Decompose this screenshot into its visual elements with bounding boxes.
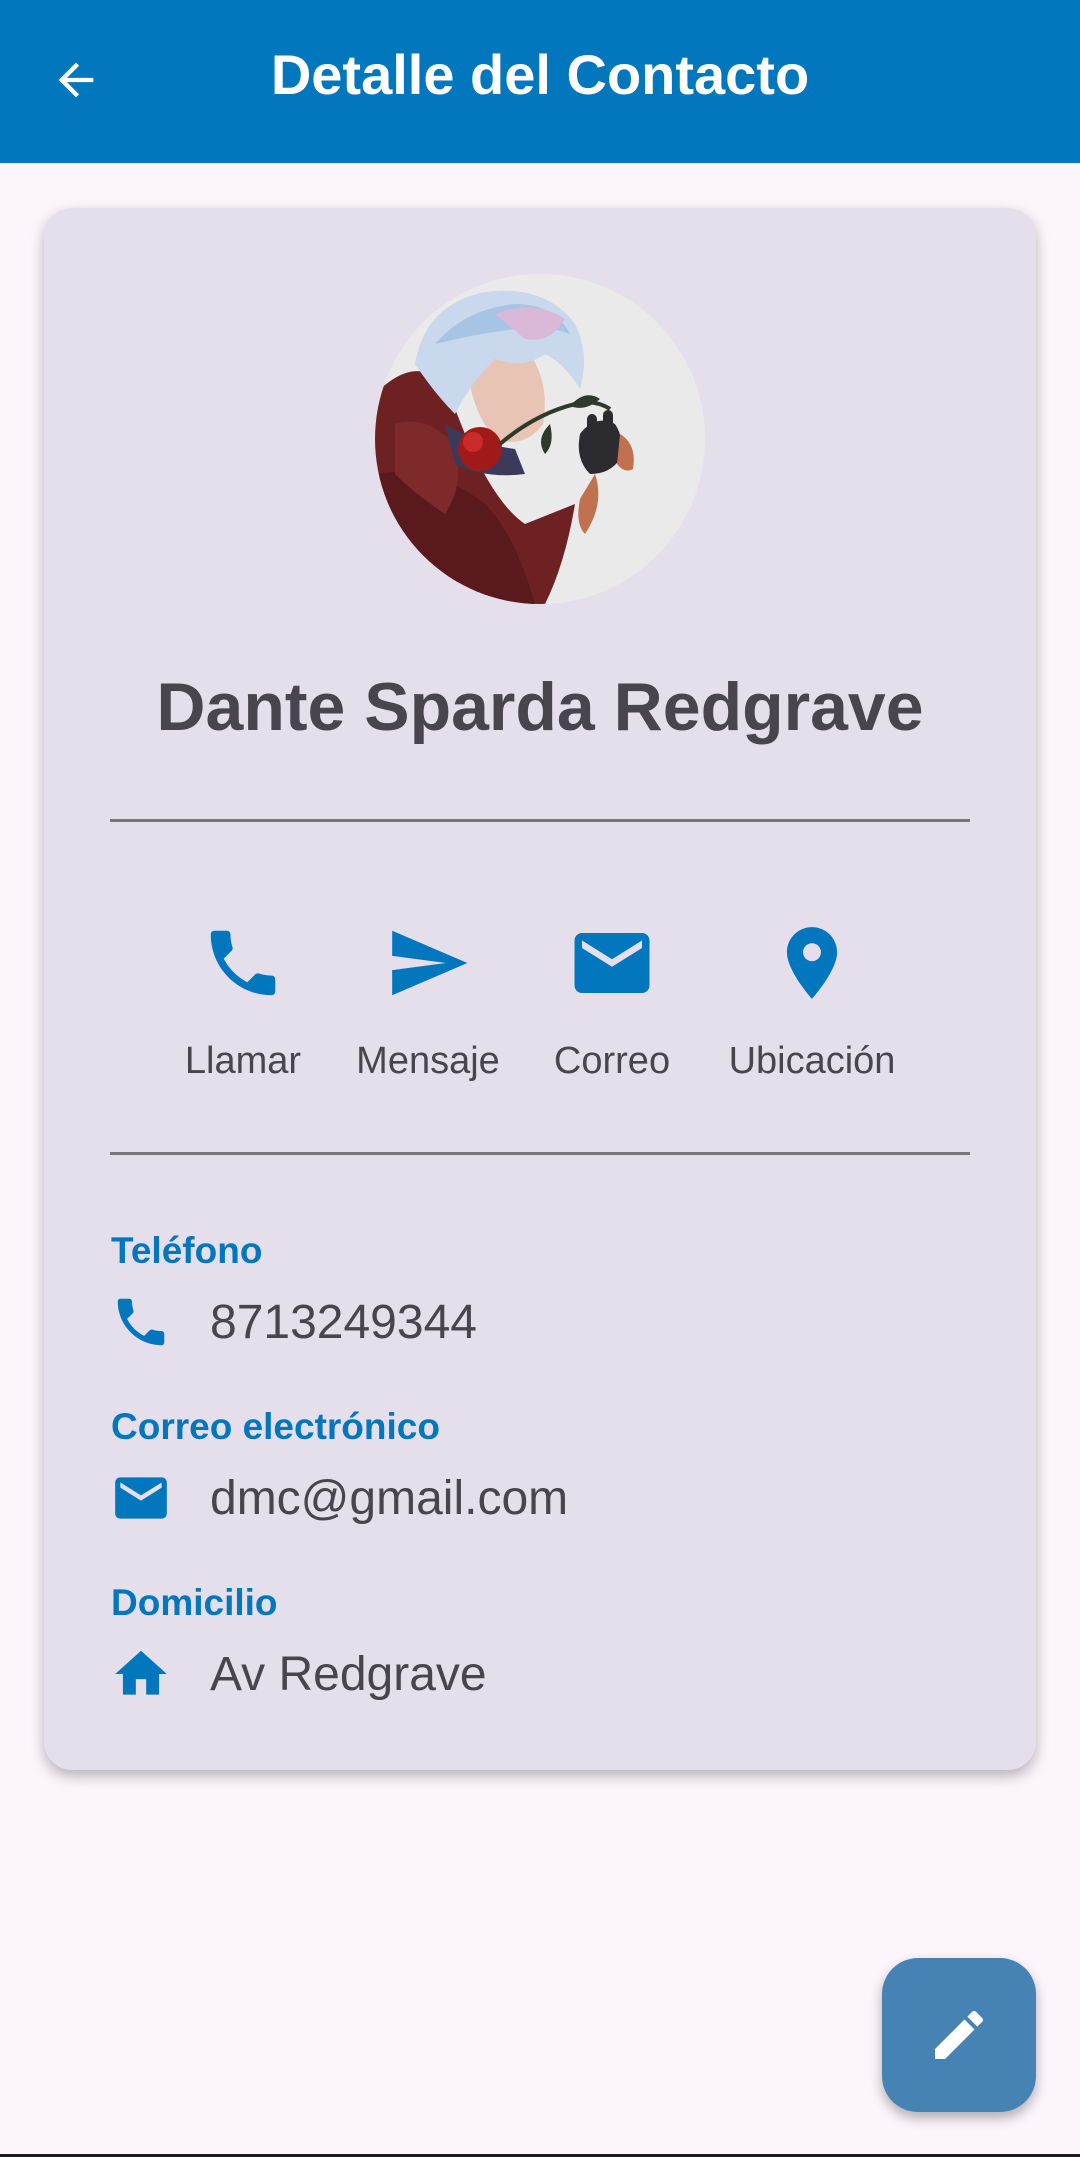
phone-icon (210, 930, 276, 996)
action-message-label: Mensaje (356, 1040, 500, 1082)
address-label: Domicilio (111, 1582, 278, 1623)
send-icon (392, 930, 468, 996)
address-row[interactable]: Av Redgrave (110, 1639, 487, 1709)
email-value: dmc@gmail.com (210, 1471, 569, 1525)
phone-row[interactable]: 8713249344 (110, 1287, 477, 1357)
action-call[interactable]: Llamar (153, 908, 333, 1083)
avatar-illustration (375, 274, 705, 604)
edit-pencil-icon (935, 2010, 984, 2059)
app-bar: Detalle del Contacto (0, 0, 1080, 163)
email-row[interactable]: dmc@gmail.com (110, 1463, 568, 1533)
action-location[interactable]: Ubicación (722, 908, 902, 1083)
phone-icon (117, 1298, 165, 1346)
contact-name: Dante Sparda Redgrave (156, 669, 924, 745)
divider-bottom (110, 1152, 970, 1155)
action-message[interactable]: Mensaje (338, 908, 518, 1083)
divider-top (110, 819, 970, 822)
mail-icon (574, 933, 650, 993)
home-icon (115, 1650, 167, 1695)
action-email-label: Correo (553, 1040, 671, 1082)
page-title: Detalle del Contacto (270, 43, 810, 106)
action-location-label: Ubicación (728, 1040, 896, 1082)
action-call-label: Llamar (184, 1040, 302, 1082)
phone-label: Teléfono (111, 1230, 263, 1271)
contact-avatar (375, 274, 705, 604)
address-value: Av Redgrave (210, 1647, 487, 1701)
contact-card: Dante Sparda Redgrave Llamar Mensaje Cor… (44, 208, 1036, 1770)
edit-fab-button[interactable] (882, 1958, 1036, 2112)
email-label: Correo electrónico (111, 1406, 440, 1447)
action-email[interactable]: Correo (522, 908, 702, 1083)
mail-icon (115, 1477, 167, 1519)
location-pin-icon (786, 927, 838, 999)
phone-value: 8713249344 (210, 1295, 477, 1349)
